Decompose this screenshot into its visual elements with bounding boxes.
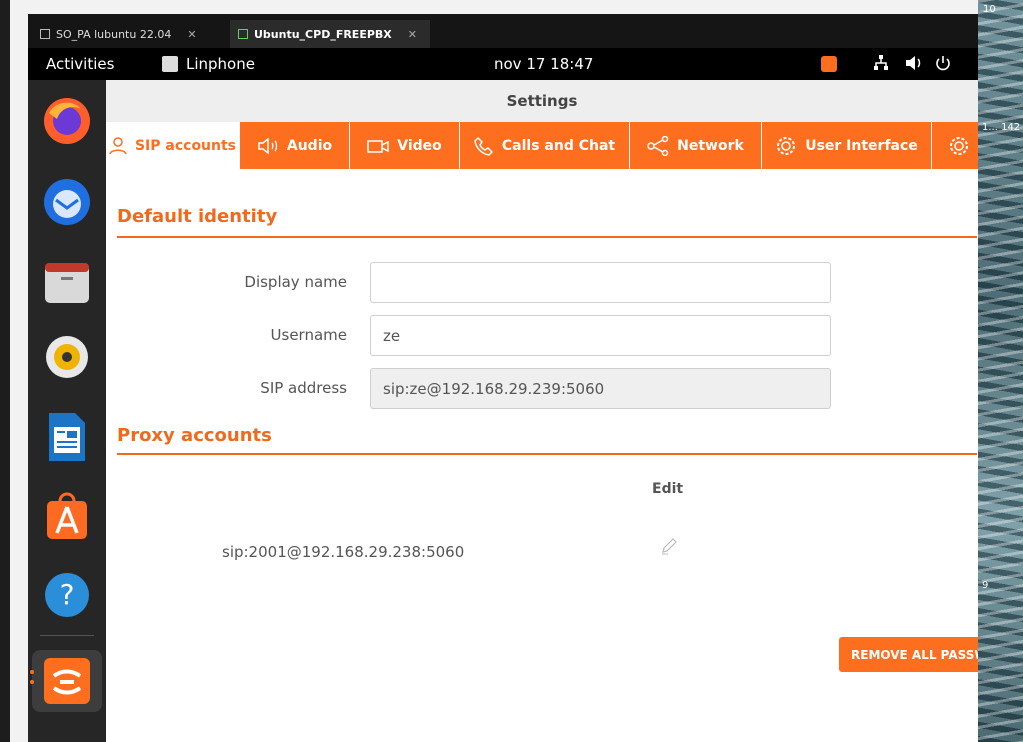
phone-icon [474,136,493,156]
tab-label: User Interface [805,137,918,154]
display-name-field[interactable] [370,262,831,303]
thunderbird-icon[interactable] [40,175,94,229]
app-menu[interactable]: Linphone [186,55,255,73]
default-identity-title: Default identity [117,206,278,227]
software-store-icon[interactable] [40,488,94,542]
edit-pencil-icon[interactable] [660,536,678,560]
linphone-tray-icon[interactable] [821,56,837,72]
wallpaper-label: 10 [983,4,996,15]
running-indicator [30,670,34,674]
volume-icon[interactable] [904,54,924,76]
tab-network[interactable]: Network [630,122,762,169]
edit-column-header: Edit [652,481,684,497]
vm-icon [238,29,248,39]
section-divider [117,236,977,238]
running-indicator [30,680,34,684]
dock-separator [40,635,94,636]
activities-button[interactable]: Activities [46,55,114,73]
speaker-icon [258,136,278,155]
help-icon[interactable]: ? [40,568,94,622]
sip-address-label: SIP address [260,379,347,397]
tab-label: Audio [286,137,333,154]
tab-user-interface[interactable]: User Interface [762,122,932,169]
username-label: Username [270,326,347,344]
gear-icon [950,136,968,155]
ubuntu-top-bar: Activities Linphone nov 17 18:47 [28,48,978,80]
vm-tab-lubuntu[interactable]: SO_PA lubuntu 22.04 ✕ [32,20,226,48]
user-icon [109,136,127,154]
tab-advanced[interactable] [932,122,978,169]
network-icon[interactable] [872,54,890,76]
username-field[interactable]: ze [370,315,831,356]
vm-tab-label: Ubuntu_CPD_FREEPBX [254,27,392,41]
settings-tab-bar: SIP accounts Audio Video Calls and Chat … [106,122,978,169]
tab-audio[interactable]: Audio [240,122,350,169]
vm-tab-label: SO_PA lubuntu 22.04 [56,27,172,41]
firefox-icon[interactable] [40,94,94,148]
sip-address-field: sip:ze@192.168.29.239:5060 [370,368,831,409]
window-title: Settings [506,92,578,110]
tab-calls-and-chat[interactable]: Calls and Chat [460,122,630,169]
wallpaper-label: 9 [982,580,989,591]
clock[interactable]: nov 17 18:47 [494,55,593,73]
tab-label: Network [677,137,744,154]
remove-all-passwords-button[interactable]: REMOVE ALL PASSW [839,637,978,672]
proxy-accounts-title: Proxy accounts [117,425,272,446]
display-name-label: Display name [244,273,347,291]
dock: ? [28,80,106,742]
host-left-edge [0,0,10,742]
wallpaper-label: 1... 142 [982,122,1021,133]
svg-text:?: ? [60,578,75,611]
linphone-app-icon [162,56,178,72]
files-icon[interactable] [40,256,94,310]
tab-video[interactable]: Video [350,122,460,169]
close-icon[interactable]: ✕ [408,28,417,41]
tab-label: Calls and Chat [501,137,616,154]
gear-icon [777,136,796,155]
proxy-account-address: sip:2001@192.168.29.238:5060 [222,543,465,561]
power-icon[interactable] [934,54,952,76]
libreoffice-writer-icon[interactable] [40,410,94,464]
host-top-strip [0,0,1023,14]
share-icon [647,135,669,156]
close-icon[interactable]: ✕ [187,28,196,41]
desktop-wallpaper [978,0,1023,742]
linphone-dock-icon[interactable] [32,650,102,712]
vm-tab-freepbx[interactable]: Ubuntu_CPD_FREEPBX ✕ [230,20,430,48]
tab-sip-accounts[interactable]: SIP accounts [106,122,240,169]
tab-label: Video [397,137,442,154]
rhythmbox-icon[interactable] [40,330,94,384]
camera-icon [367,139,389,153]
vm-icon [40,29,50,39]
tab-label: SIP accounts [134,137,237,154]
section-divider [117,453,977,455]
